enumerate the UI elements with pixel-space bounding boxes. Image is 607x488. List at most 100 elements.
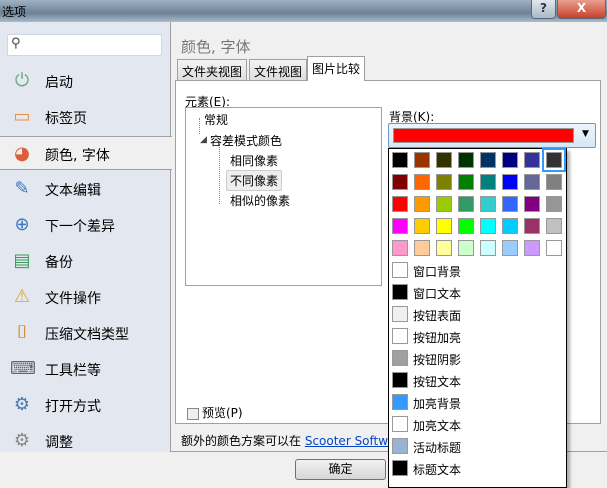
color-swatch[interactable] bbox=[546, 196, 562, 212]
tab-folder-view[interactable]: 文件夹视图 bbox=[177, 59, 248, 81]
color-swatch[interactable] bbox=[480, 196, 496, 212]
color-swatch[interactable] bbox=[546, 174, 562, 190]
system-color-item[interactable]: 窗口文本 bbox=[392, 283, 562, 303]
color-swatch[interactable] bbox=[480, 174, 496, 190]
color-swatch[interactable] bbox=[436, 196, 452, 212]
tree-node-same-pixels[interactable]: 相同像素 bbox=[230, 152, 278, 169]
sidebar-item-label: 颜色, 字体 bbox=[45, 148, 110, 164]
system-color-label: 标题文本 bbox=[413, 463, 462, 477]
tree-node-tolerance-colors[interactable]: 容差模式颜色 bbox=[210, 132, 282, 149]
elements-tree[interactable]: ◢ 常规 容差模式颜色 相同像素 不同像素 相似的像素 bbox=[185, 107, 382, 286]
color-swatch[interactable] bbox=[458, 196, 474, 212]
color-swatch[interactable] bbox=[542, 148, 566, 172]
sidebar-item[interactable]: ⌷ 压缩文档类型 bbox=[0, 316, 171, 350]
sidebar-item[interactable]: ⌨ 工具栏等 bbox=[0, 352, 171, 386]
color-swatch[interactable] bbox=[502, 152, 518, 168]
sidebar-item-label: 下一个差异 bbox=[45, 219, 115, 235]
color-swatch[interactable] bbox=[414, 174, 430, 190]
color-swatch[interactable] bbox=[546, 218, 562, 234]
system-color-label: 活动标题 bbox=[413, 441, 462, 455]
color-swatch[interactable] bbox=[524, 240, 540, 256]
system-color-item[interactable]: 窗口背景 bbox=[392, 261, 562, 281]
help-button[interactable]: ? bbox=[531, 0, 556, 19]
color-swatch[interactable] bbox=[392, 174, 408, 190]
sidebar-item-label: 文件操作 bbox=[45, 291, 101, 307]
color-swatch[interactable] bbox=[392, 240, 408, 256]
sidebar-item[interactable]: ◕ 颜色, 字体 bbox=[0, 136, 172, 170]
sidebar-item[interactable]: ⏻ 启动 bbox=[0, 64, 171, 98]
system-color-item[interactable]: 按钮表面 bbox=[392, 305, 562, 325]
color-swatch[interactable] bbox=[436, 240, 452, 256]
color-swatch[interactable] bbox=[480, 218, 496, 234]
system-color-item[interactable]: 标题文本 bbox=[392, 459, 562, 479]
system-color-item[interactable]: 加亮文本 bbox=[392, 415, 562, 435]
sidebar-item[interactable]: ▤ 备份 bbox=[0, 244, 171, 278]
color-swatch[interactable] bbox=[392, 218, 408, 234]
preview-checkbox[interactable]: 预览(P) bbox=[187, 404, 243, 421]
color-swatch[interactable] bbox=[436, 174, 452, 190]
color-swatch[interactable] bbox=[392, 196, 408, 212]
color-swatch[interactable] bbox=[502, 240, 518, 256]
notepad-pencil-icon: ✎ bbox=[14, 178, 30, 199]
tree-node-similar-pixels[interactable]: 相似的像素 bbox=[230, 192, 290, 209]
color-swatch[interactable] bbox=[524, 218, 540, 234]
color-swatch[interactable] bbox=[524, 196, 540, 212]
color-swatch bbox=[392, 284, 408, 300]
color-swatch[interactable] bbox=[458, 174, 474, 190]
color-swatch[interactable] bbox=[480, 240, 496, 256]
system-color-item[interactable]: 按钮文本 bbox=[392, 371, 562, 391]
color-swatch bbox=[392, 438, 408, 454]
sidebar-item[interactable]: ⚙ 调整 bbox=[0, 424, 171, 458]
sidebar-item[interactable]: ▭ 标签页 bbox=[0, 100, 171, 134]
sidebar-item[interactable]: ✎ 文本编辑 bbox=[0, 172, 171, 206]
color-swatch[interactable] bbox=[436, 152, 452, 168]
extra-schemes-text: 额外的颜色方案可以在 Scooter Software bbox=[181, 432, 407, 449]
color-swatch[interactable] bbox=[458, 218, 474, 234]
color-swatch[interactable] bbox=[458, 152, 474, 168]
system-color-label: 窗口背景 bbox=[413, 265, 462, 279]
tab-picture-compare[interactable]: 图片比较 bbox=[307, 56, 366, 81]
color-swatch[interactable] bbox=[414, 196, 430, 212]
sidebar-item-label: 工具栏等 bbox=[45, 363, 101, 379]
ok-button[interactable]: 确定 bbox=[295, 459, 386, 480]
sidebar-item[interactable]: ⚙ 打开方式 bbox=[0, 388, 171, 422]
color-swatch[interactable] bbox=[480, 152, 496, 168]
color-swatch[interactable] bbox=[414, 152, 430, 168]
color-swatch[interactable] bbox=[502, 174, 518, 190]
color-swatch[interactable] bbox=[414, 218, 430, 234]
search-input[interactable]: ⚲ bbox=[7, 34, 162, 56]
color-swatch[interactable] bbox=[436, 218, 452, 234]
sidebar-item-label: 压缩文档类型 bbox=[45, 327, 129, 343]
tab-file-view[interactable]: 文件视图 bbox=[249, 59, 308, 81]
tree-node-general[interactable]: 常规 bbox=[204, 111, 228, 128]
color-swatch[interactable] bbox=[524, 152, 540, 168]
close-button[interactable]: X bbox=[557, 0, 606, 19]
sidebar-item-label: 调整 bbox=[45, 435, 73, 451]
color-swatch[interactable] bbox=[392, 152, 408, 168]
color-swatch[interactable] bbox=[502, 218, 518, 234]
window-title: 选项 bbox=[2, 5, 27, 19]
background-color-dropdown[interactable]: ▼ bbox=[388, 123, 596, 148]
color-swatch[interactable] bbox=[502, 196, 518, 212]
system-color-label: 窗口文本 bbox=[413, 287, 462, 301]
color-swatch[interactable] bbox=[414, 240, 430, 256]
checkbox-box[interactable] bbox=[187, 407, 199, 420]
color-swatch[interactable] bbox=[546, 240, 562, 256]
sidebar-item[interactable]: ⊕ 下一个差异 bbox=[0, 208, 171, 242]
tree-node-different-pixels[interactable]: 不同像素 bbox=[226, 170, 283, 191]
archive-clamp-icon: ⌷ bbox=[16, 322, 28, 343]
window-gear-icon: ⚙ bbox=[13, 394, 31, 415]
color-swatch bbox=[392, 262, 408, 278]
sidebar-item[interactable]: ⚠ 文件操作 bbox=[0, 280, 171, 314]
system-color-label: 按钮阴影 bbox=[413, 353, 462, 367]
extra-text: 额外的颜色方案可以在 bbox=[181, 434, 305, 448]
system-color-label: 按钮表面 bbox=[413, 309, 462, 323]
color-swatch[interactable] bbox=[524, 174, 540, 190]
system-color-label: 按钮文本 bbox=[413, 375, 462, 389]
expand-triangle-icon[interactable]: ◢ bbox=[200, 135, 207, 145]
color-swatch[interactable] bbox=[458, 240, 474, 256]
system-color-item[interactable]: 按钮阴影 bbox=[392, 349, 562, 369]
system-color-item[interactable]: 按钮加亮 bbox=[392, 327, 562, 347]
system-color-item[interactable]: 活动标题 bbox=[392, 437, 562, 457]
system-color-item[interactable]: 加亮背景 bbox=[392, 393, 562, 413]
